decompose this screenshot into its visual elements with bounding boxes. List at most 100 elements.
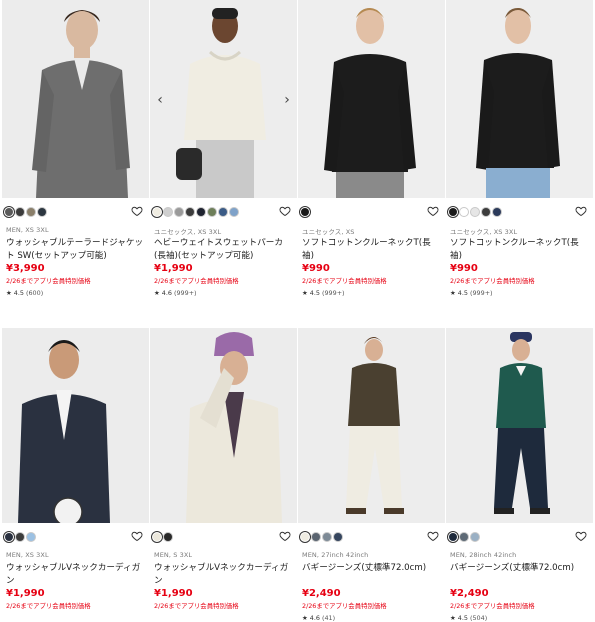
color-swatch[interactable] (301, 533, 309, 541)
product-image[interactable] (446, 0, 593, 198)
favorite-heart-icon[interactable] (427, 205, 439, 217)
product-photo-v-neck-cardigan (2, 328, 149, 523)
color-swatch[interactable] (301, 208, 309, 216)
product-price: ¥990 (302, 263, 330, 274)
color-swatch[interactable] (27, 208, 35, 216)
product-card[interactable]: MEN, S 3XL ウォッシャブルVネックカーディガン ¥1,990 2/26… (150, 328, 297, 611)
favorite-heart-icon[interactable] (279, 205, 291, 217)
color-swatch[interactable] (471, 533, 479, 541)
color-swatch[interactable] (153, 533, 161, 541)
favorite-heart-icon[interactable] (575, 530, 587, 542)
product-photo-tailored-jacket (2, 0, 149, 198)
color-swatch[interactable] (153, 208, 161, 216)
rating-value: 4.5 (457, 289, 468, 297)
product-card[interactable]: MEN, 27inch 42inch バギージーンズ(丈標準72.0cm) ¥2… (298, 328, 445, 622)
color-swatch[interactable] (16, 533, 24, 541)
star-icon: ★ (154, 289, 160, 297)
product-photo-baggy-jeans (298, 328, 445, 523)
color-swatch[interactable] (230, 208, 238, 216)
product-name[interactable]: ウォッシャブルVネックカーディガン (2, 562, 149, 588)
product-card[interactable]: ‹ › ユニセックス, XS 3XL ヘビーウェイトスウェットパーカ(長袖)(セ… (150, 0, 297, 297)
color-swatch[interactable] (27, 533, 35, 541)
product-meta: MEN, 27inch 42inch (302, 551, 369, 559)
product-price: ¥1,990 (154, 263, 193, 274)
color-swatch[interactable] (334, 533, 342, 541)
color-swatch[interactable] (38, 208, 46, 216)
product-image[interactable] (150, 328, 297, 523)
color-swatch[interactable] (208, 208, 216, 216)
product-image[interactable]: ‹ › (150, 0, 297, 198)
color-swatch[interactable] (312, 533, 320, 541)
color-swatch[interactable] (175, 208, 183, 216)
promo-text: 2/26までアプリ会員特別価格 (154, 602, 239, 610)
color-swatch[interactable] (449, 533, 457, 541)
product-image[interactable] (2, 328, 149, 523)
color-swatch[interactable] (5, 533, 13, 541)
review-count: (504) (470, 614, 488, 622)
product-meta: ユニセックス, XS 3XL (154, 228, 222, 236)
color-swatch[interactable] (323, 533, 331, 541)
product-image[interactable] (298, 328, 445, 523)
product-rating: ★ 4.5 (504) (446, 614, 593, 622)
product-meta: ユニセックス, XS 3XL (450, 228, 518, 236)
rating-value: 4.5 (457, 614, 468, 622)
product-image[interactable] (446, 328, 593, 523)
product-grid: MEN, XS 3XL ウォッシャブルテーラードジャケット SW(セットアップ可… (0, 0, 595, 622)
color-swatch[interactable] (219, 208, 227, 216)
promo-text: 2/26までアプリ会員特別価格 (154, 277, 239, 285)
product-name[interactable]: ウォッシャブルVネックカーディガン (150, 562, 297, 588)
product-card[interactable]: MEN, XS 3XL ウォッシャブルテーラードジャケット SW(セットアップ可… (2, 0, 149, 297)
color-swatch[interactable] (197, 208, 205, 216)
product-image[interactable] (2, 0, 149, 198)
color-swatch[interactable] (164, 533, 172, 541)
color-swatches (2, 530, 149, 544)
product-card[interactable]: MEN, 28inch 42inch バギージーンズ(丈標準72.0cm) ¥2… (446, 328, 593, 622)
carousel-prev-icon[interactable]: ‹ (154, 92, 166, 108)
favorite-heart-icon[interactable] (427, 530, 439, 542)
color-swatches (2, 205, 149, 219)
color-swatch[interactable] (16, 208, 24, 216)
color-swatch[interactable] (449, 208, 457, 216)
product-name[interactable]: ヘビーウェイトスウェットパーカ(長袖)(セットアップ可能) (150, 237, 297, 263)
product-rating: ★ 4.5 (600) (2, 289, 149, 297)
color-swatches (446, 530, 593, 544)
color-swatch[interactable] (460, 533, 468, 541)
product-meta: ユニセックス, XS (302, 228, 355, 236)
rating-value: 4.5 (309, 289, 320, 297)
product-rating: ★ 4.5 (999+) (446, 289, 593, 297)
product-name[interactable]: ソフトコットンクルーネックT(長袖) (298, 237, 445, 263)
color-swatch[interactable] (186, 208, 194, 216)
favorite-heart-icon[interactable] (131, 530, 143, 542)
color-swatch[interactable] (5, 208, 13, 216)
product-price: ¥990 (450, 263, 478, 274)
product-card[interactable]: ユニセックス, XS 3XL ソフトコットンクルーネックT(長袖) ¥990 2… (446, 0, 593, 297)
color-swatches (150, 205, 297, 219)
carousel-next-icon[interactable]: › (281, 92, 293, 108)
star-icon: ★ (302, 289, 308, 297)
color-swatch[interactable] (493, 208, 501, 216)
product-name[interactable]: ウォッシャブルテーラードジャケット SW(セットアップ可能) (2, 237, 149, 263)
product-price: ¥1,990 (154, 588, 193, 599)
color-swatches (298, 530, 445, 544)
review-count: (999+) (174, 289, 197, 297)
product-name[interactable]: バギージーンズ(丈標準72.0cm) (446, 562, 593, 588)
color-swatch[interactable] (164, 208, 172, 216)
color-swatch[interactable] (460, 208, 468, 216)
product-name[interactable]: ソフトコットンクルーネックT(長袖) (446, 237, 593, 263)
product-card[interactable]: MEN, XS 3XL ウォッシャブルVネックカーディガン ¥1,990 2/2… (2, 328, 149, 611)
product-rating: ★ 4.6 (999+) (150, 289, 297, 297)
color-swatch[interactable] (482, 208, 490, 216)
product-meta: MEN, S 3XL (154, 551, 193, 559)
star-icon: ★ (6, 289, 12, 297)
favorite-heart-icon[interactable] (279, 530, 291, 542)
favorite-heart-icon[interactable] (131, 205, 143, 217)
favorite-heart-icon[interactable] (575, 205, 587, 217)
product-card[interactable]: ユニセックス, XS ソフトコットンクルーネックT(長袖) ¥990 2/26ま… (298, 0, 445, 297)
rating-value: 4.5 (13, 289, 24, 297)
star-icon: ★ (450, 289, 456, 297)
product-photo-baggy-jeans (446, 328, 593, 523)
product-image[interactable] (298, 0, 445, 198)
product-name[interactable]: バギージーンズ(丈標準72.0cm) (298, 562, 445, 588)
product-photo-v-neck-cardigan (150, 328, 297, 523)
color-swatch[interactable] (471, 208, 479, 216)
